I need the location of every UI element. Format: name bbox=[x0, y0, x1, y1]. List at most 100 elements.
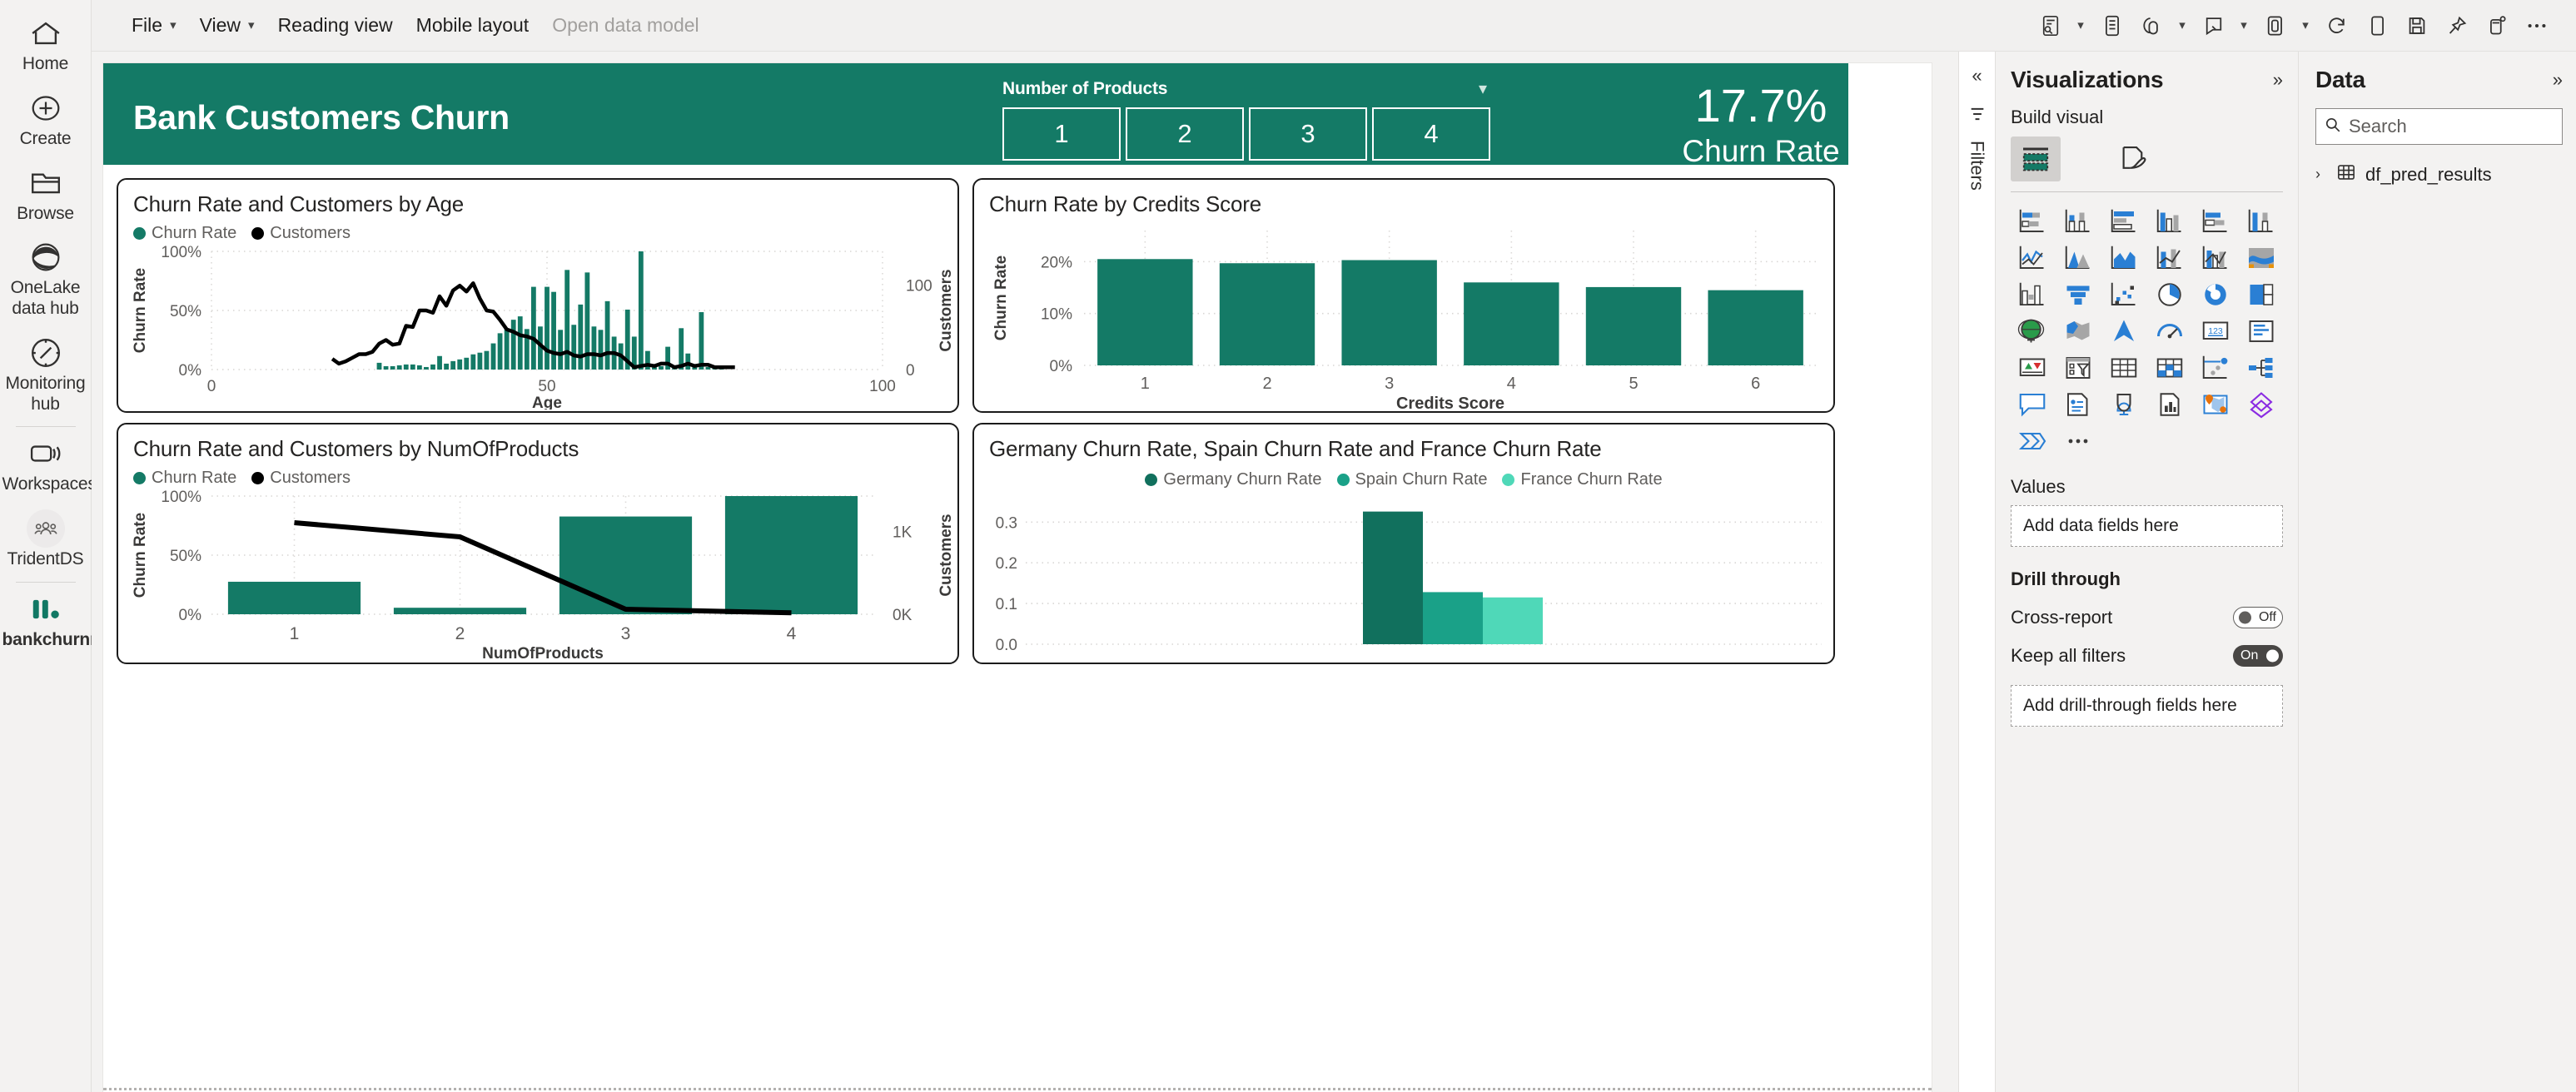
hundred-percent-stacked-bar-icon[interactable] bbox=[2194, 204, 2237, 238]
chevron-double-left-icon[interactable]: « bbox=[1972, 65, 1982, 87]
duplicate-page-icon[interactable] bbox=[2358, 7, 2396, 44]
copy-page-icon[interactable] bbox=[2256, 7, 2295, 44]
legend-item[interactable]: Customers bbox=[251, 469, 351, 488]
line-stacked-column-chart-icon[interactable] bbox=[2148, 241, 2191, 275]
menu-file[interactable]: File ▾ bbox=[120, 8, 188, 42]
fields-build-icon[interactable] bbox=[2011, 136, 2061, 181]
area-chart-icon[interactable] bbox=[2056, 241, 2100, 275]
smart-narrative-icon[interactable] bbox=[2011, 387, 2054, 421]
more-options-icon[interactable] bbox=[2518, 7, 2556, 44]
cross-report-toggle[interactable]: Off bbox=[2233, 607, 2283, 628]
kpi-icon[interactable] bbox=[2011, 350, 2054, 385]
azure-map-icon[interactable] bbox=[2102, 314, 2146, 348]
legend-item[interactable]: France Churn Rate bbox=[1502, 470, 1663, 489]
sidebar-item-bankchurnreport[interactable]: bankchurnreport bbox=[2, 584, 140, 659]
table-icon[interactable] bbox=[2102, 350, 2146, 385]
r-script-visual-icon[interactable] bbox=[2148, 387, 2191, 421]
data-table-df-pred-results[interactable]: › df_pred_results bbox=[2315, 163, 2563, 186]
sidebar-item-workspaces[interactable]: Workspaces bbox=[2, 429, 97, 504]
scatter-chart-icon[interactable] bbox=[2102, 277, 2146, 311]
chevron-down-icon[interactable]: ▾ bbox=[1479, 78, 1502, 99]
chat-comment-icon[interactable] bbox=[2195, 7, 2233, 44]
chevron-right-icon[interactable]: › bbox=[2315, 166, 2327, 183]
sidebar-item-onelake-data-hub[interactable]: OneLake data hub bbox=[2, 232, 90, 328]
clustered-bar-chart-icon[interactable] bbox=[2102, 204, 2146, 238]
save-icon[interactable] bbox=[2398, 7, 2436, 44]
sidebar-item-tridentds[interactable]: TridentDS bbox=[2, 504, 90, 578]
drill-through-dropzone[interactable]: Add drill-through fields here bbox=[2011, 685, 2283, 727]
refresh-icon[interactable] bbox=[2318, 7, 2356, 44]
keep-all-filters-toggle[interactable]: On bbox=[2233, 645, 2283, 667]
chevron-double-right-icon[interactable]: » bbox=[2273, 69, 2283, 91]
treemap-icon[interactable] bbox=[2240, 277, 2283, 311]
menu-view[interactable]: View ▾ bbox=[188, 8, 266, 42]
menu-open-data-model[interactable]: Open data model bbox=[540, 8, 710, 42]
pie-chart-icon[interactable] bbox=[2148, 277, 2191, 311]
donut-chart-icon[interactable] bbox=[2194, 277, 2237, 311]
paginated-report-icon[interactable] bbox=[2102, 387, 2146, 421]
stacked-column-chart-icon[interactable] bbox=[2056, 204, 2100, 238]
slicer-icon[interactable] bbox=[2056, 350, 2100, 385]
menu-mobile-layout[interactable]: Mobile layout bbox=[405, 8, 541, 42]
slicer-option-3[interactable]: 3 bbox=[1249, 107, 1367, 161]
bar bbox=[424, 366, 429, 370]
filter-bars-icon[interactable] bbox=[1968, 105, 1987, 127]
sidebar-item-create[interactable]: Create bbox=[2, 83, 90, 158]
filled-map-icon[interactable] bbox=[2056, 314, 2100, 348]
subscribe-icon[interactable] bbox=[2031, 7, 2070, 44]
filters-pane-collapsed[interactable]: « Filters bbox=[1958, 52, 1995, 1092]
arcgis-map-icon[interactable] bbox=[2194, 387, 2237, 421]
stacked-area-chart-icon[interactable] bbox=[2102, 241, 2146, 275]
menu-reading-view[interactable]: Reading view bbox=[266, 8, 405, 42]
more-visuals-icon[interactable] bbox=[2056, 424, 2100, 458]
line-clustered-column-chart-icon[interactable] bbox=[2194, 241, 2237, 275]
chevron-down-icon[interactable]: ▾ bbox=[2171, 7, 2193, 44]
key-influencers-icon[interactable] bbox=[2194, 350, 2237, 385]
legend-item[interactable]: Customers bbox=[251, 224, 351, 243]
chevron-down-icon[interactable]: ▾ bbox=[2233, 7, 2255, 44]
bar bbox=[571, 325, 577, 370]
churn-rate-kpi-card[interactable]: 17.7% Churn Rate bbox=[1624, 81, 1898, 169]
values-dropzone[interactable]: Add data fields here bbox=[2011, 505, 2283, 547]
visual-country-churn-rate[interactable]: Germany Churn Rate, Spain Churn Rate and… bbox=[972, 423, 1835, 664]
pin-icon[interactable] bbox=[2438, 7, 2476, 44]
format-paintbrush-icon[interactable] bbox=[2109, 136, 2159, 181]
gauge-icon[interactable] bbox=[2148, 314, 2191, 348]
slicer-option-4[interactable]: 4 bbox=[1372, 107, 1490, 161]
matrix-icon[interactable] bbox=[2148, 350, 2191, 385]
legend-item[interactable]: Spain Churn Rate bbox=[1336, 470, 1487, 489]
search-input[interactable] bbox=[2349, 116, 2554, 137]
sidebar-item-browse[interactable]: Browse bbox=[2, 158, 90, 233]
waterfall-chart-icon[interactable] bbox=[2011, 277, 2054, 311]
legend-item[interactable]: Churn Rate bbox=[133, 224, 236, 243]
chevron-down-icon[interactable]: ▾ bbox=[2295, 7, 2316, 44]
multi-row-card-icon[interactable] bbox=[2240, 314, 2283, 348]
clustered-column-chart-icon[interactable] bbox=[2148, 204, 2191, 238]
ribbon-chart-icon[interactable] bbox=[2240, 241, 2283, 275]
visual-churn-rate-and-customers-by-numofproducts[interactable]: Churn Rate and Customers by NumOfProduct… bbox=[117, 423, 959, 664]
sidebar-item-home[interactable]: Home bbox=[2, 8, 90, 83]
metrics-icon[interactable] bbox=[2056, 387, 2100, 421]
teams-icon[interactable] bbox=[2478, 7, 2516, 44]
card-number-icon[interactable]: 123 bbox=[2194, 314, 2237, 348]
funnel-chart-icon[interactable] bbox=[2056, 277, 2100, 311]
chevron-down-icon[interactable]: ▾ bbox=[2070, 7, 2091, 44]
power-apps-icon[interactable] bbox=[2240, 387, 2283, 421]
visual-churn-rate-and-customers-by-age[interactable]: Churn Rate and Customers by Age Churn Ra… bbox=[117, 178, 959, 413]
chevron-double-right-icon[interactable]: » bbox=[2553, 69, 2563, 91]
search-box[interactable] bbox=[2315, 108, 2563, 145]
hundred-percent-stacked-column-icon[interactable] bbox=[2240, 204, 2283, 238]
legend-item[interactable]: Churn Rate bbox=[133, 469, 236, 488]
slicer-option-2[interactable]: 2 bbox=[1126, 107, 1244, 161]
stacked-bar-chart-icon[interactable] bbox=[2011, 204, 2054, 238]
map-globe-icon[interactable] bbox=[2011, 314, 2054, 348]
visual-churn-rate-by-credits-score[interactable]: Churn Rate by Credits Score 0% 10% 20% 1 2 3 4… bbox=[972, 178, 1835, 413]
line-chart-icon[interactable] bbox=[2011, 241, 2054, 275]
bookmarks-icon[interactable] bbox=[2093, 7, 2131, 44]
decomposition-tree-icon[interactable] bbox=[2240, 350, 2283, 385]
legend-item[interactable]: Germany Churn Rate bbox=[1145, 470, 1322, 489]
power-automate-icon[interactable] bbox=[2011, 424, 2054, 458]
share-icon[interactable] bbox=[2133, 7, 2171, 44]
sidebar-item-monitoring-hub[interactable]: Monitoring hub bbox=[2, 328, 90, 424]
slicer-option-1[interactable]: 1 bbox=[1002, 107, 1121, 161]
